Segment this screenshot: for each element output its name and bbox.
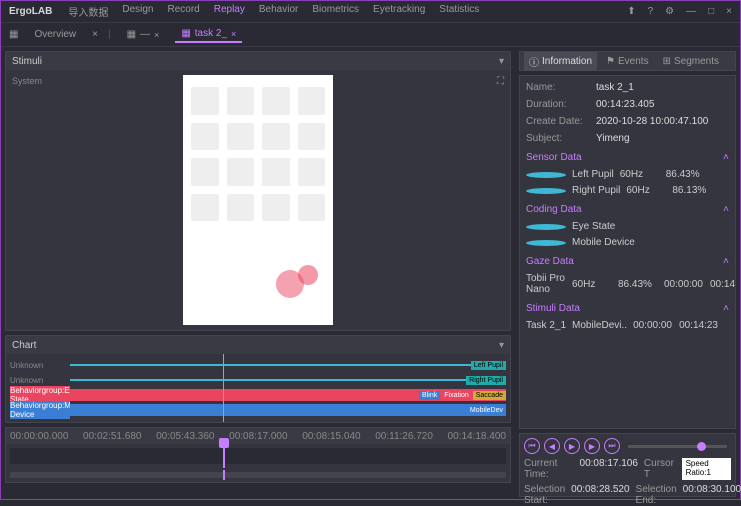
chart-row-label: Unknown	[10, 376, 70, 385]
field-value: 2020-10-28 10:00:47.100	[596, 116, 708, 127]
timeline-minimap[interactable]	[10, 472, 506, 478]
help-icon[interactable]: ?	[648, 6, 654, 17]
section-gaze[interactable]: Gaze Data˄	[526, 256, 729, 267]
rewind-button[interactable]: ◀	[544, 438, 560, 454]
close-icon[interactable]: ×	[154, 30, 159, 40]
field-label: Subject:	[526, 133, 596, 144]
chart-row-label: Behaviorgroup:Mobile Device	[10, 401, 70, 419]
menu-item[interactable]: Behavior	[259, 4, 298, 19]
stimuli-label: System	[12, 76, 42, 86]
panel-title: Chart	[12, 340, 499, 351]
chart-tag: MobileDev	[467, 406, 506, 415]
menu-item-active[interactable]: Replay	[214, 4, 245, 19]
status-dot	[526, 188, 566, 194]
chart-tag: Fixation	[441, 391, 472, 400]
current-time: 00:08:17.106	[580, 458, 638, 480]
flag-icon: ⚑	[606, 56, 615, 67]
stimuli-panel: Stimuli ▾ System ⛶	[5, 51, 511, 331]
field-label: Cursor T	[644, 458, 676, 480]
playback-panel: ⏮ ◀ ▶ ▶ ⏭ Current Time: 00:08:17.106 Curs…	[519, 433, 736, 497]
minimap-marker[interactable]	[223, 470, 225, 480]
menu-item[interactable]: 导入数据	[68, 4, 108, 19]
overview-icon[interactable]: ▦	[9, 29, 18, 40]
field-label: Selection Start:	[524, 484, 565, 506]
segments-icon: ⊞	[663, 56, 671, 67]
chart-panel: Chart ▾ Unknown Left Pupil Unknown Right P…	[5, 335, 511, 423]
forward-button[interactable]: ▶	[584, 438, 600, 454]
tab-item-active[interactable]: ▦ task 2_ ×	[175, 26, 242, 43]
section-sensor[interactable]: Sensor Data˄	[526, 152, 729, 163]
field-label: Current Time:	[524, 458, 574, 480]
expand-icon[interactable]: ⛶	[497, 76, 504, 87]
chart-tag: Saccade	[473, 391, 506, 400]
panel-title: Stimuli	[12, 56, 499, 67]
field-value: 00:14:23.405	[596, 99, 654, 110]
tab-segments[interactable]: ⊞Segments	[658, 54, 724, 69]
chevron-down-icon[interactable]: ▾	[499, 56, 504, 67]
selection-end: 00:08:30.100	[683, 484, 741, 506]
speed-display: Speed Ratio:1	[682, 458, 731, 480]
section-stimuli[interactable]: Stimuli Data˄	[526, 303, 729, 314]
chevron-up-icon: ˄	[723, 204, 729, 215]
menu-item[interactable]: Statistics	[439, 4, 479, 19]
menu-item[interactable]: Design	[122, 4, 153, 19]
prev-button[interactable]: ⏮	[524, 438, 540, 454]
field-label: Selection End:	[636, 484, 677, 506]
close-button[interactable]: ×	[726, 6, 732, 17]
playhead-line	[223, 354, 224, 422]
field-label: Create Date:	[526, 116, 596, 127]
play-button[interactable]: ▶	[564, 438, 580, 454]
selection-start: 00:08:28.520	[571, 484, 629, 506]
field-value: task 2_1	[596, 82, 634, 93]
app-logo: ErgoLAB	[9, 6, 52, 17]
tab-overview[interactable]: Overview	[28, 27, 82, 42]
status-dot	[526, 172, 566, 178]
field-label: Duration:	[526, 99, 596, 110]
stimulus-screen	[183, 75, 333, 325]
tab-item[interactable]: ▦ — ×	[121, 27, 166, 42]
menu-item[interactable]: Biometrics	[312, 4, 359, 19]
field-label: Name:	[526, 82, 596, 93]
upload-icon[interactable]: ⬆	[627, 6, 635, 17]
close-icon[interactable]: ×	[231, 29, 236, 39]
settings-icon[interactable]: ⚙	[665, 6, 674, 17]
chart-tag: Right Pupil	[466, 376, 506, 385]
menu-item[interactable]: Record	[167, 4, 199, 19]
maximize-button[interactable]: □	[708, 6, 714, 17]
slider-thumb[interactable]	[697, 442, 706, 451]
info-icon: ⓘ	[529, 54, 539, 69]
chevron-up-icon: ˄	[723, 152, 729, 163]
close-all-icon[interactable]: ×	[92, 29, 98, 40]
minimize-button[interactable]: —	[686, 6, 696, 17]
status-dot	[526, 224, 566, 230]
info-tabs: ⓘInformation ⚑Events ⊞Segments	[519, 51, 736, 71]
chevron-down-icon[interactable]: ▾	[499, 340, 504, 351]
status-dot	[526, 240, 566, 246]
gaze-point	[298, 265, 318, 285]
timeline-ruler: 00:00:00.00000:02:51.68000:05:43.36000:0…	[6, 428, 510, 444]
playhead[interactable]	[223, 444, 225, 468]
next-button[interactable]: ⏭	[604, 438, 620, 454]
chart-row-label: Unknown	[10, 361, 70, 370]
timeline-track[interactable]	[10, 448, 506, 464]
timeline-panel: 00:00:00.00000:02:51.68000:05:43.36000:0…	[5, 427, 511, 483]
chevron-up-icon: ˄	[723, 256, 729, 267]
main-menu: 导入数据 Design Record Replay Behavior Biome…	[68, 4, 479, 19]
info-panel: Name:task 2_1 Duration:00:14:23.405 Crea…	[519, 75, 736, 429]
chevron-up-icon: ˄	[723, 303, 729, 314]
tab-events[interactable]: ⚑Events	[601, 54, 654, 69]
section-coding[interactable]: Coding Data˄	[526, 204, 729, 215]
menu-item[interactable]: Eyetracking	[373, 4, 425, 19]
field-value: Yimeng	[596, 133, 630, 144]
chart-tag: Left Pupil	[471, 361, 506, 370]
tab-information[interactable]: ⓘInformation	[524, 52, 597, 71]
chart-tag: Blink	[419, 391, 440, 400]
speed-slider[interactable]	[628, 445, 727, 448]
